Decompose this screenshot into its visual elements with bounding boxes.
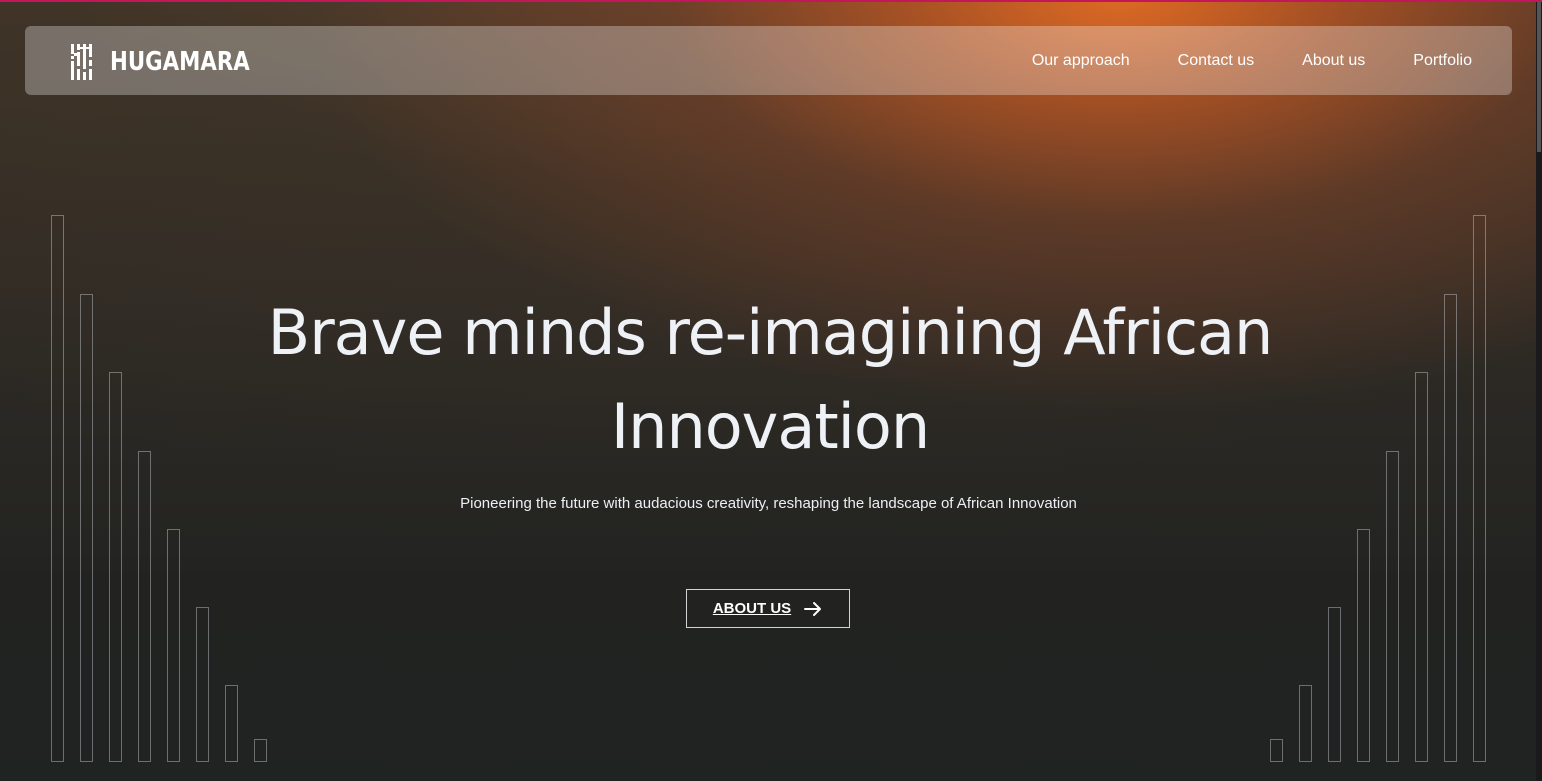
about-us-button-label: ABOUT US [712,600,792,617]
about-us-button[interactable]: ABOUT US [686,589,850,628]
hero-title: Brave minds re-imagining African Innovat… [0,286,1540,474]
decorative-bar [225,685,238,762]
decorative-bar [1328,607,1341,762]
hero-subtitle: Pioneering the future with audacious cre… [460,495,1077,512]
hero-title-line-1: Brave minds re-imagining African [267,296,1274,369]
brand-name: HUGAMARA [110,47,250,77]
nav-item-portfolio[interactable]: Portfolio [1413,52,1472,70]
arrow-right-icon [804,601,822,616]
hm-monogram-icon [71,44,92,80]
decorative-bar [1299,685,1312,762]
decorative-bar [1270,739,1283,762]
scrollbar-thumb[interactable] [1537,2,1541,152]
brand-logo[interactable]: HUGAMARA [70,42,280,82]
window-top-border [0,0,1542,2]
nav-item-contact-us[interactable]: Contact us [1178,52,1254,70]
main-nav: Our approach Contact us About us Portfol… [1032,26,1472,95]
decorative-bar [196,607,209,762]
nav-item-about-us[interactable]: About us [1302,52,1365,70]
decorative-bar [1357,529,1370,762]
decorative-bar [254,739,267,762]
hero-title-line-2: Innovation [610,390,930,463]
decorative-bar [167,529,180,762]
nav-item-our-approach[interactable]: Our approach [1032,52,1130,70]
navbar: HUGAMARA Our approach Contact us About u… [25,26,1512,95]
